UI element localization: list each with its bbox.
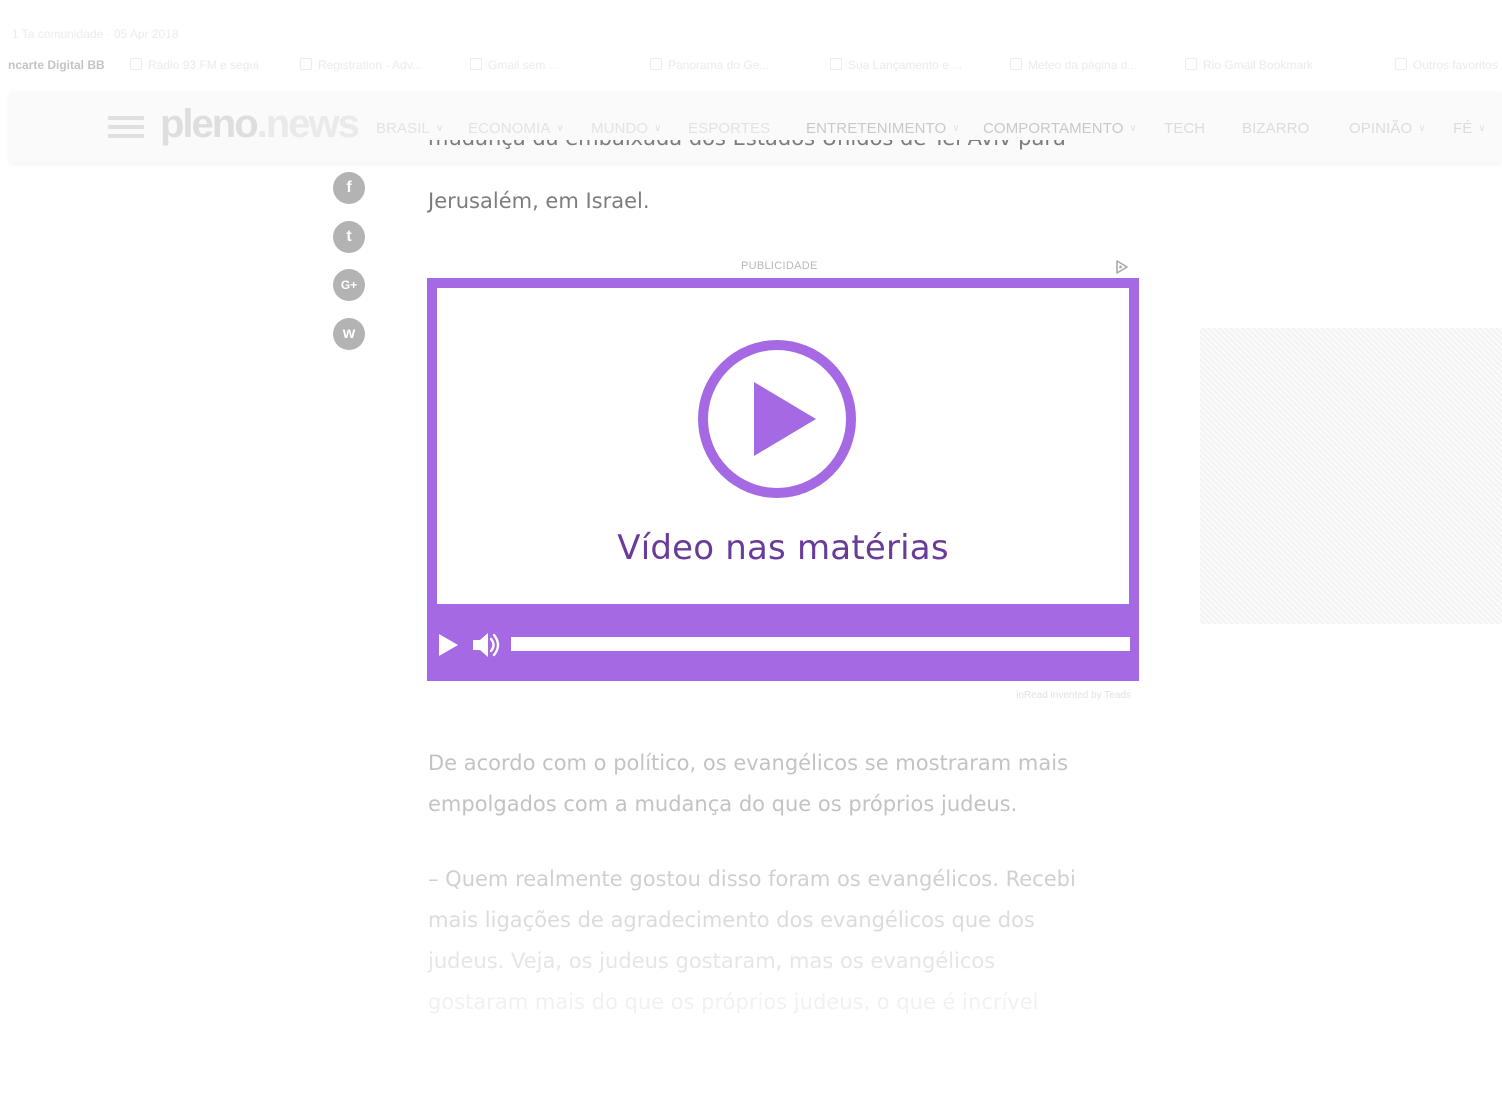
site-logo[interactable]: pleno.news xyxy=(160,102,360,147)
nav-item-tech[interactable]: TECH xyxy=(1164,120,1205,137)
article-paragraph-partial: mudança da embaixada dos Estados Unidos … xyxy=(428,140,1148,180)
video-progress-bar[interactable] xyxy=(511,637,1130,651)
browser-tab-title[interactable]: 1 Ta comunidade · 05 Apr 2018 xyxy=(12,27,179,41)
play-circle-icon[interactable] xyxy=(697,339,857,499)
article-paragraph: De acordo com o político, os evangélicos… xyxy=(428,743,1148,825)
bookmark-icon xyxy=(300,58,312,70)
share-glyph: f xyxy=(346,179,352,196)
chevron-down-icon: ∨ xyxy=(1478,123,1486,134)
article-line: judeus. Veja, os judeus gostaram, mas os… xyxy=(428,949,996,973)
article-line: – Quem realmente gostou disso foram os e… xyxy=(428,867,1076,891)
article-paragraph: – Quem realmente gostou disso foram os e… xyxy=(428,859,1148,1023)
bookmark-icon xyxy=(1395,58,1407,70)
nav-item-mundo[interactable]: MUNDO ∨ xyxy=(591,120,662,137)
article-paragraph: Jerusalém, em Israel. xyxy=(428,189,650,213)
nav-item-label: ECONOMIA xyxy=(468,120,551,137)
nav-item-label: MUNDO xyxy=(591,120,649,137)
volume-icon[interactable] xyxy=(472,631,502,659)
bookmark-label: Rádio 93 FM e segui xyxy=(148,58,259,72)
article-line: gostaram mais do que os próprios judeus,… xyxy=(428,990,1039,1014)
nav-item-opinião[interactable]: OPINIÃO ∨ xyxy=(1349,120,1426,137)
chevron-down-icon: ∨ xyxy=(1418,123,1426,134)
bookmark-label: Registration - Adv... xyxy=(318,58,422,72)
logo-text-pleno: pleno xyxy=(160,102,259,146)
article-line: mais ligações de agradecimento dos evang… xyxy=(428,908,1035,932)
bookmark-item[interactable]: Rio Gmail Bookmark xyxy=(1185,58,1313,72)
logo-text-news: .news xyxy=(256,102,360,146)
nav-item-entretenimento[interactable]: ENTRETENIMENTO ∨ xyxy=(806,120,960,137)
bookmark-icon xyxy=(1185,58,1197,70)
facebook-icon[interactable]: f xyxy=(333,172,365,204)
browser-chrome: 1 Ta comunidade · 05 Apr 2018 ncarte Dig… xyxy=(0,0,1502,90)
nav-item-label: TECH xyxy=(1164,120,1206,137)
google-plus-icon[interactable]: G+ xyxy=(333,269,365,301)
bookmark-label: Outros favoritos xyxy=(1413,58,1498,72)
bookmark-icon xyxy=(470,58,482,70)
ad-label: PUBLICIDADE xyxy=(741,260,818,272)
article-line: De acordo com o político, os evangélicos… xyxy=(428,751,1069,775)
bookmark-item[interactable]: Panorama do Ge... xyxy=(650,58,769,72)
chevron-down-icon: ∨ xyxy=(435,123,444,134)
article-line: mudança da embaixada dos Estados Unidos … xyxy=(428,140,1148,159)
chevron-down-icon: ∨ xyxy=(1129,123,1137,134)
chevron-down-icon: ∨ xyxy=(654,123,662,134)
article-line: empolgados com a mudança do que os própr… xyxy=(428,792,1018,816)
nav-item-label: ENTRETENIMENTO xyxy=(806,120,947,137)
share-glyph: w xyxy=(342,325,356,342)
bookmark-item[interactable]: Registration - Adv... xyxy=(300,58,422,72)
twitter-icon[interactable]: t xyxy=(333,221,365,253)
nav-item-label: BRASIL xyxy=(376,120,430,137)
nav-item-label: COMPORTAMENTO xyxy=(983,120,1124,137)
chevron-down-icon: ∨ xyxy=(556,123,564,134)
bookmark-item[interactable]: ncarte Digital BB xyxy=(8,58,105,72)
nav-item-label: ESPORTES xyxy=(688,120,771,137)
bookmark-icon xyxy=(1010,58,1022,70)
bookmark-icon xyxy=(830,58,842,70)
nav-item-economia[interactable]: ECONOMIA ∨ xyxy=(468,120,564,137)
sidebar-ad-placeholder[interactable] xyxy=(1200,328,1502,624)
whatsapp-icon[interactable]: w xyxy=(333,318,365,350)
bookmark-label: Sua Lançamento e ... xyxy=(848,58,963,72)
play-icon[interactable] xyxy=(438,633,460,657)
video-player[interactable]: Vídeo nas matérias xyxy=(427,278,1139,681)
bookmark-icon xyxy=(130,58,142,70)
bookmarks-bar: ncarte Digital BB Rádio 93 FM e segui Regi… xyxy=(0,58,1502,78)
video-title: Vídeo nas matérias xyxy=(617,528,949,568)
bookmark-item[interactable]: Rádio 93 FM e segui xyxy=(130,58,259,72)
bookmark-icon xyxy=(650,58,662,70)
nav-item-comportamento[interactable]: COMPORTAMENTO ∨ xyxy=(983,120,1137,137)
bookmark-item[interactable]: Outros favoritos xyxy=(1395,58,1498,72)
chevron-down-icon: ∨ xyxy=(952,123,960,134)
nav-item-esportes[interactable]: ESPORTES xyxy=(688,120,770,137)
nav-item-label: OPINIÃO xyxy=(1349,120,1413,137)
hamburger-menu-icon[interactable] xyxy=(108,116,144,138)
nav-item-brasil[interactable]: BRASIL ∨ xyxy=(376,120,443,137)
bookmark-item[interactable]: Meteo da página d... xyxy=(1010,58,1137,72)
bookmark-label: Meteo da página d... xyxy=(1028,58,1138,72)
video-screen[interactable]: Vídeo nas matérias xyxy=(437,288,1129,604)
bookmark-label: Rio Gmail Bookmark xyxy=(1203,58,1314,72)
nav-item-label: FÉ xyxy=(1453,120,1473,137)
share-glyph: G+ xyxy=(340,278,358,292)
bookmark-label: Gmail sem ... xyxy=(488,58,559,72)
bookmark-item[interactable]: Sua Lançamento e ... xyxy=(830,58,962,72)
nav-item-label: BIZARRO xyxy=(1242,120,1310,137)
bookmark-label: ncarte Digital BB xyxy=(8,58,105,72)
share-glyph: t xyxy=(346,228,352,245)
nav-item-bizarro[interactable]: BIZARRO xyxy=(1242,120,1309,137)
bookmark-label: Panorama do Ge... xyxy=(668,58,770,72)
nav-item-fé[interactable]: FÉ ∨ xyxy=(1453,120,1486,137)
bookmark-item[interactable]: Gmail sem ... xyxy=(470,58,559,72)
ad-credit[interactable]: inRead invented by Teads xyxy=(990,690,1131,701)
adchoices-icon[interactable] xyxy=(1114,259,1130,275)
